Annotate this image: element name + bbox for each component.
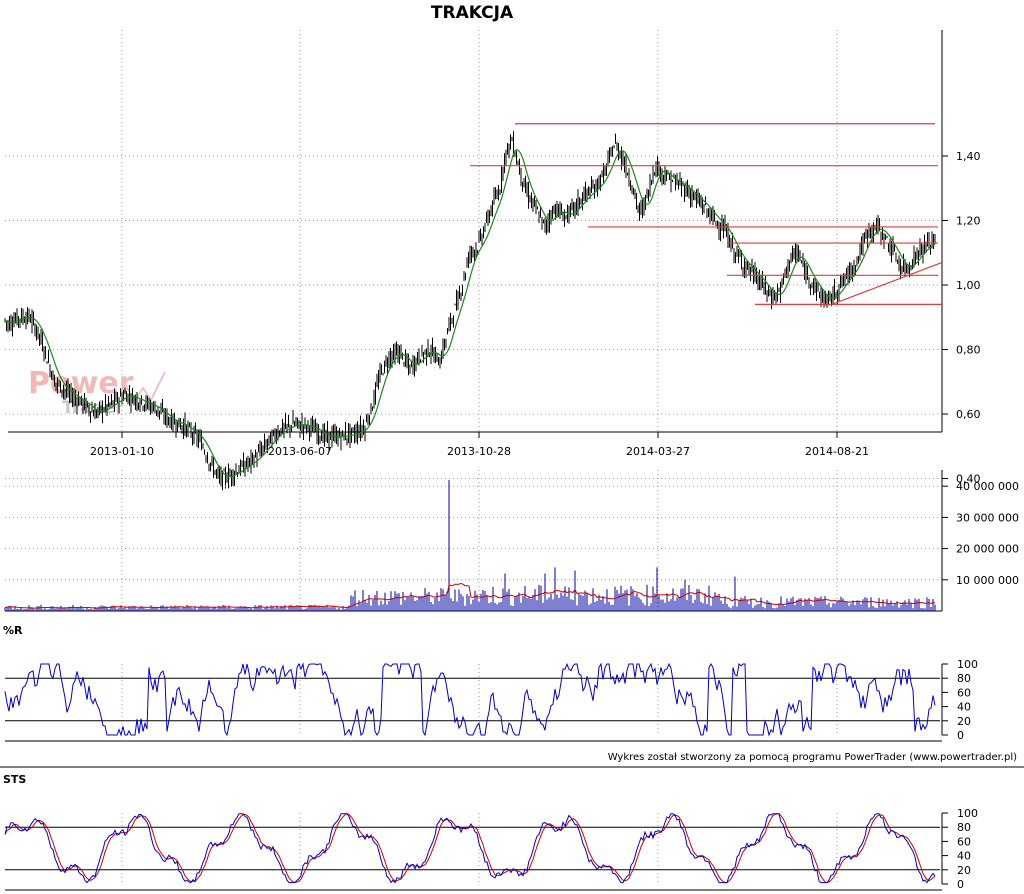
price-panel: Power Trader TRAKCJA 0,400,600,801,001,2…: [4, 3, 981, 491]
oscillator-y-tick-label: 0: [957, 729, 964, 742]
price-candles: [4, 131, 936, 491]
oscillator-y-tick-label: 100: [957, 658, 978, 671]
oscillator-y-tick-label: 20: [957, 864, 971, 877]
price-y-tick-label: 0,80: [956, 344, 981, 357]
volume-y-tick-label: 20 000 000: [956, 543, 1019, 556]
volume-y-tick-label: 10 000 000: [956, 574, 1019, 587]
volume-grid: [5, 470, 943, 612]
price-y-tick-label: 1,40: [956, 150, 981, 163]
stochastic-panel: STS 02040 6080100: [3, 773, 978, 891]
stochastic-grid: [5, 813, 943, 891]
stochastic-y-axis: 02040 6080100: [942, 807, 978, 891]
oscillator-y-tick-label: 60: [957, 686, 971, 699]
oscillator-y-tick-label: 0: [957, 878, 964, 891]
williams-r-y-axis: 02040 6080100: [942, 658, 978, 742]
stochastic-d-line: [4, 813, 936, 884]
chart-canvas: Power Trader TRAKCJA 0,400,600,801,001,2…: [0, 3, 1024, 891]
volume-panel: 10 000 000 20 000 000 30 000 000 40 000 000: [4, 470, 1019, 612]
volume-y-tick-label: 30 000 000: [956, 511, 1019, 524]
williams-r-line: [4, 662, 936, 737]
stochastic-k-line: [4, 813, 936, 884]
volume-y-axis: 10 000 000 20 000 000 30 000 000 40 000 000: [942, 480, 1019, 587]
oscillator-y-tick-label: 40: [957, 850, 971, 863]
date-x-tick-label: 2014-03-27: [626, 445, 690, 458]
date-x-axis: 2013-01-10 2013-06-07 2013-10-28 2014-03-27…: [90, 432, 869, 458]
williams-r-panel: %R 02040 6080100: [3, 624, 978, 742]
oscillator-y-tick-label: 20: [957, 715, 971, 728]
credit-text: Wykres został stworzony za pomocą progra…: [608, 752, 1017, 763]
volume-y-tick-label: 40 000 000: [956, 480, 1019, 493]
chart-title: TRAKCJA: [431, 3, 514, 23]
price-y-tick-label: 0,60: [956, 408, 981, 421]
date-x-tick-label: 2013-10-28: [447, 445, 511, 458]
price-y-axis: 0,400,600,801,001,201,40: [942, 150, 981, 486]
date-x-tick-label: 2013-06-07: [268, 445, 332, 458]
price-y-tick-label: 1,00: [956, 279, 981, 292]
oscillator-y-tick-label: 60: [957, 835, 971, 848]
williams-r-label: %R: [3, 624, 23, 637]
stochastic-label: STS: [3, 773, 26, 786]
volume-moving-average: [4, 582, 936, 609]
moving-average-line: [4, 148, 936, 478]
date-x-tick-label: 2013-01-10: [90, 445, 154, 458]
oscillator-y-tick-label: 80: [957, 672, 971, 685]
price-y-tick-label: 1,20: [956, 215, 981, 228]
oscillator-y-tick-label: 80: [957, 821, 971, 834]
oscillator-y-tick-label: 100: [957, 807, 978, 820]
oscillator-y-tick-label: 40: [957, 701, 971, 714]
date-x-tick-label: 2014-08-21: [805, 445, 869, 458]
